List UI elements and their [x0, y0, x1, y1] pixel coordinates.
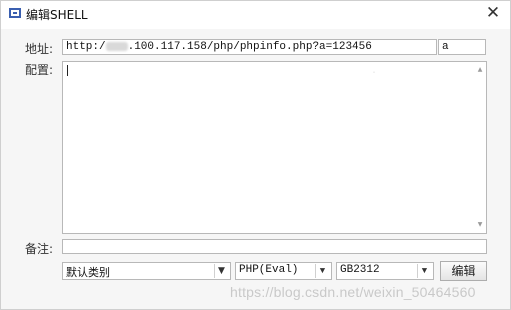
- edit-button[interactable]: 编辑: [440, 261, 487, 281]
- scroll-up-icon[interactable]: ▲: [476, 66, 484, 74]
- shell-type-value: PHP(Eval): [239, 264, 299, 276]
- edit-shell-dialog: 编辑SHELL ✕ 地址: http:/ .100.117.158/php/php…: [0, 0, 511, 310]
- text-caret: [67, 65, 68, 76]
- title-bar: 编辑SHELL ✕: [1, 1, 510, 29]
- ghost-text: ·: [371, 68, 378, 79]
- config-scrollbar[interactable]: ▲ ▼: [476, 64, 484, 231]
- password-input[interactable]: a: [438, 39, 486, 55]
- encoding-value: GB2312: [340, 264, 380, 276]
- shell-type-select[interactable]: PHP(Eval) ▼: [235, 262, 332, 280]
- config-textarea[interactable]: · ▲ ▼: [62, 61, 487, 234]
- chevron-down-icon[interactable]: ▼: [315, 264, 329, 278]
- note-input[interactable]: [62, 239, 487, 254]
- chevron-down-icon[interactable]: ▼: [417, 264, 431, 278]
- url-rest: .100.117.158/php/phpinfo.php?a=123456: [127, 41, 372, 53]
- app-window-icon: [9, 8, 21, 18]
- close-icon[interactable]: ✕: [484, 3, 502, 23]
- note-label: 备注:: [25, 242, 54, 256]
- url-input[interactable]: http:/ .100.117.158/php/phpinfo.php?a=123…: [62, 39, 437, 55]
- config-label: 配置:: [25, 63, 54, 77]
- category-select[interactable]: 默认类别 ▼: [62, 262, 231, 280]
- redacted-host-blur: [105, 41, 128, 51]
- scroll-down-icon[interactable]: ▼: [476, 221, 484, 229]
- address-label: 地址:: [25, 42, 54, 56]
- url-prefix: http:/: [66, 41, 106, 53]
- watermark-text: https://blog.csdn.net/weixin_50464560: [230, 284, 476, 300]
- chevron-down-icon[interactable]: ▼: [214, 264, 228, 278]
- encoding-select[interactable]: GB2312 ▼: [336, 262, 434, 280]
- dialog-title: 编辑SHELL: [26, 8, 88, 22]
- category-value: 默认类别: [66, 266, 110, 279]
